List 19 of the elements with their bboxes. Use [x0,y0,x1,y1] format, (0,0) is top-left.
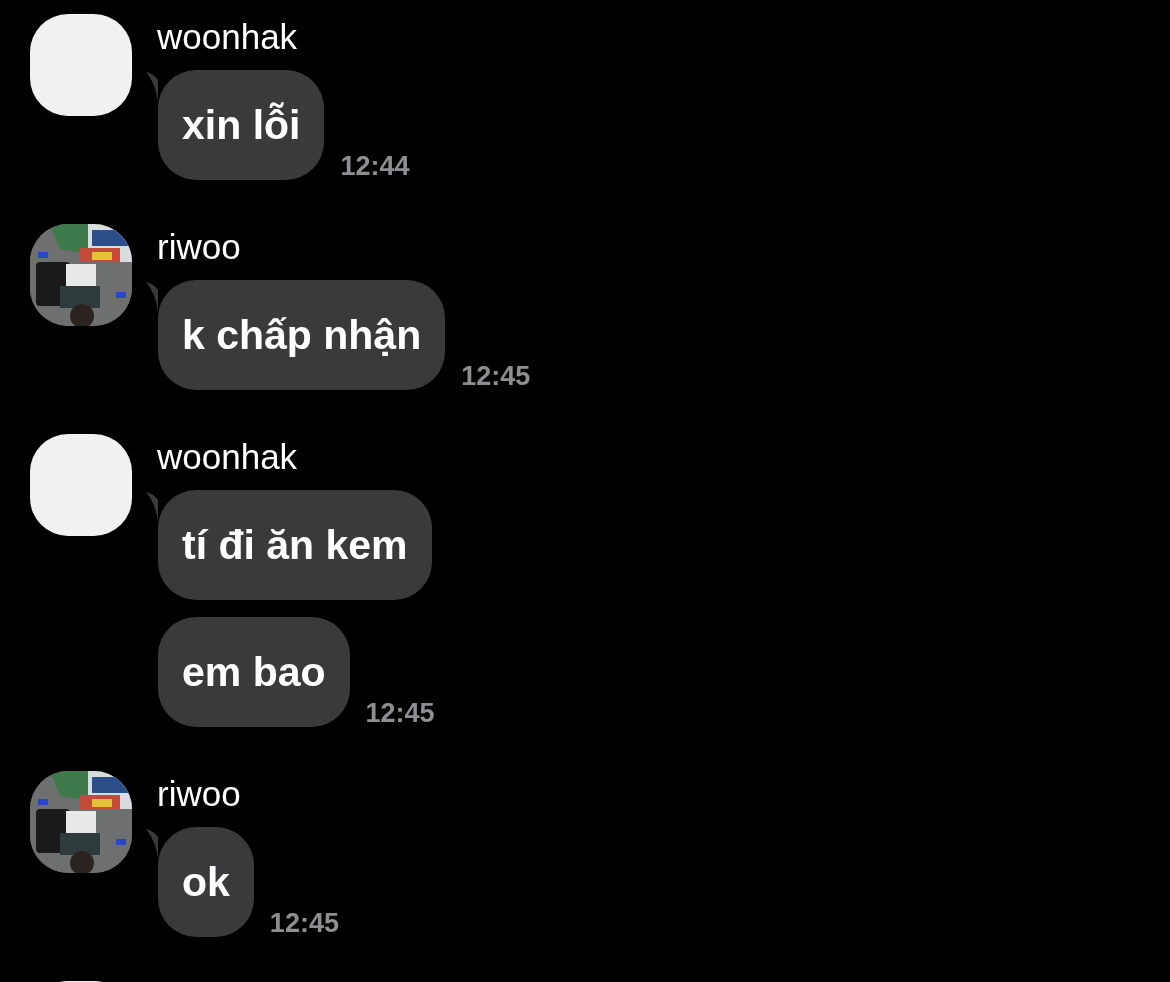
message-time: 12:45 [461,361,531,392]
bubble-tail [146,282,158,312]
sender-name: woonhak [157,436,299,478]
sender-name: riwoo [157,773,242,815]
message-bubble[interactable]: tí đi ăn kem [158,490,432,600]
message-time: 12:45 [269,908,339,939]
avatar[interactable] [30,434,132,536]
message-bubble[interactable]: k chấp nhận [158,280,446,390]
avatar[interactable] [30,14,132,116]
message-time: 12:45 [365,698,435,729]
bubble-tail [146,492,158,522]
message-bubble[interactable]: ok [158,827,254,937]
message-time: 12:44 [340,151,410,182]
bubble-tail [146,72,158,102]
bubble-tail [146,829,158,859]
message-bubble[interactable]: xin lỗi [158,70,325,180]
message-bubble[interactable]: em bao [158,617,350,727]
sender-name: riwoo [157,226,242,268]
sender-name: woonhak [157,16,299,58]
